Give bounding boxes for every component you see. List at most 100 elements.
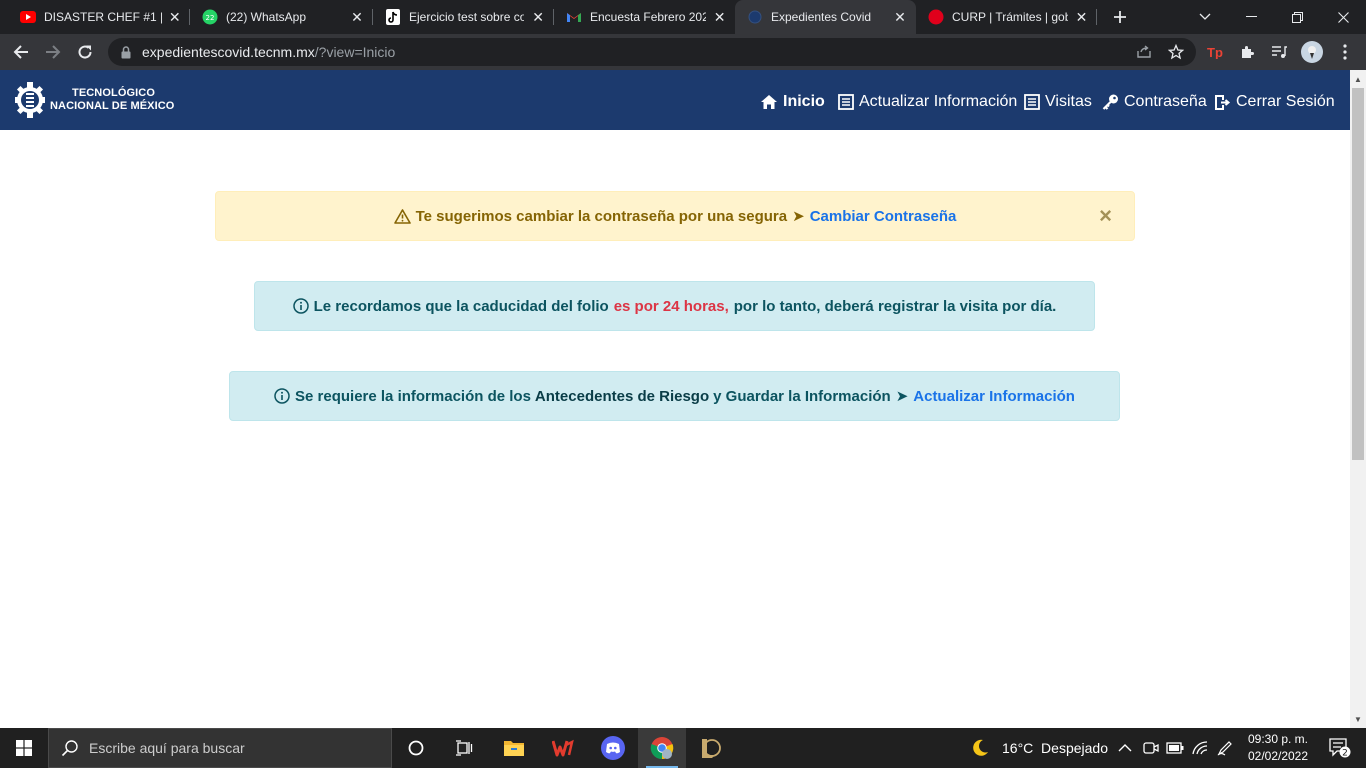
clock-time: 09:30 p. m. (1247, 732, 1309, 746)
arrow-right-icon: ➤ (792, 208, 805, 225)
close-tab-icon[interactable]: ✕ (1074, 9, 1089, 25)
close-icon (1337, 11, 1349, 23)
task-view-icon (456, 740, 473, 756)
address-bar[interactable]: expedientescovid.tecnm.mx/?view=Inicio (108, 38, 1196, 66)
key-icon (1102, 94, 1118, 110)
share-button[interactable] (1130, 38, 1158, 66)
taskbar-search-box[interactable]: Escribe aquí para buscar (48, 728, 392, 768)
tecnm-gear-icon (15, 82, 45, 118)
gob-icon (928, 9, 944, 25)
nav-label: Visitas (1045, 93, 1092, 110)
expiry-highlight: es por 24 horas, (613, 297, 729, 315)
wps-office-button[interactable] (539, 728, 587, 768)
youtube-icon (20, 9, 36, 25)
browser-tab-gmail[interactable]: Encuesta Febrero 2022 ✕ (554, 0, 735, 34)
taskbar-clock[interactable]: 09:30 p. m. 02/02/2022 (1240, 731, 1316, 765)
risk-info-alert: Se requiere la información de los Antece… (229, 371, 1120, 421)
tp-extension-button[interactable]: Tp (1202, 38, 1230, 66)
scroll-down-arrow[interactable]: ▼ (1350, 711, 1366, 727)
browser-tab-curp[interactable]: CURP | Trámites | gob. ✕ (916, 0, 1097, 34)
browser-tab-youtube[interactable]: DISASTER CHEF #1 | P ✕ (0, 0, 190, 34)
extensions-button[interactable] (1234, 38, 1262, 66)
minimize-button[interactable] (1228, 0, 1274, 34)
risk-antecedents-text: Antecedentes de Riesgo (534, 387, 710, 405)
browser-tab-expedientes[interactable]: Expedientes Covid ✕ (735, 0, 916, 34)
show-hidden-icons-button[interactable] (1118, 728, 1132, 768)
browser-toolbar: expedientescovid.tecnm.mx/?view=Inicio T… (0, 34, 1366, 70)
windows-taskbar: Escribe aquí para buscar 16°C Despejado … (0, 728, 1366, 768)
close-tab-icon[interactable]: ✕ (349, 9, 365, 25)
chrome-menu-button[interactable] (1331, 38, 1359, 66)
close-tab-icon[interactable]: ✕ (168, 9, 182, 25)
tiktok-icon (385, 9, 401, 25)
info-text-before: Se requiere la información de los (295, 387, 531, 405)
bookmark-button[interactable] (1162, 38, 1190, 66)
info-text-after: y Guardar la Información (713, 387, 891, 405)
password-warning-alert: Te sugerimos cambiar la contraseña por u… (215, 191, 1135, 241)
league-of-legends-button[interactable] (686, 728, 734, 768)
close-window-button[interactable] (1320, 0, 1366, 34)
nav-cerrar-sesion[interactable]: Cerrar Sesión (1214, 91, 1335, 113)
start-button[interactable] (0, 728, 48, 768)
restore-button[interactable] (1274, 0, 1320, 34)
back-button[interactable] (7, 38, 35, 66)
info-circle-icon (274, 388, 290, 404)
close-alert-button[interactable]: × (1099, 205, 1112, 227)
cortana-button[interactable] (392, 728, 440, 768)
profile-avatar[interactable] (1298, 38, 1326, 66)
nav-label: Contraseña (1124, 93, 1207, 110)
forward-button[interactable] (39, 38, 67, 66)
battery-icon[interactable] (1166, 728, 1184, 768)
wifi-icon[interactable] (1192, 728, 1208, 768)
file-explorer-button[interactable] (490, 728, 538, 768)
tecnm-logo[interactable]: TECNOLÓGICO NACIONAL DE MÉXICO (14, 79, 174, 121)
change-password-link[interactable]: Cambiar Contraseña (810, 208, 957, 225)
list-icon (1024, 94, 1040, 110)
restore-icon (1291, 11, 1303, 23)
windows-icon (16, 740, 32, 756)
nav-label: Inicio (783, 93, 825, 110)
home-icon (761, 95, 777, 109)
media-control-button[interactable] (1265, 38, 1293, 66)
arrow-left-icon (13, 45, 28, 59)
logo-line1: TECNOLÓGICO (72, 87, 155, 99)
tab-title: DISASTER CHEF #1 | P (44, 10, 162, 24)
nav-inicio[interactable]: Inicio (760, 91, 825, 113)
puzzle-icon (1242, 46, 1254, 58)
url-text: expedientescovid.tecnm.mx/?view=Inicio (142, 44, 396, 60)
nav-visitas[interactable]: Visitas (1024, 91, 1092, 113)
weather-widget[interactable]: 16°C Despejado (970, 728, 1108, 768)
notifications-button[interactable]: 2 (1320, 728, 1360, 768)
tab-title: Encuesta Febrero 2022 (590, 10, 707, 24)
browser-tab-exercise[interactable]: Ejercicio test sobre co ✕ (373, 0, 554, 34)
tab-search-button[interactable] (1182, 0, 1228, 34)
update-information-link[interactable]: Actualizar Información (913, 388, 1075, 405)
meet-now-icon[interactable] (1143, 728, 1159, 768)
lock-icon[interactable] (120, 45, 132, 59)
new-tab-button[interactable] (1108, 5, 1132, 29)
reload-button[interactable] (71, 38, 99, 66)
nav-actualizar-informacion[interactable]: Actualizar Información (838, 91, 1017, 113)
cortana-icon (408, 740, 424, 756)
warning-icon (393, 208, 411, 224)
list-icon (838, 94, 854, 110)
close-tab-icon[interactable]: ✕ (892, 9, 908, 25)
svg-text:Tp: Tp (1207, 45, 1223, 59)
discord-icon (601, 736, 625, 760)
chrome-icon (650, 737, 674, 760)
pen-workspace-icon[interactable] (1217, 728, 1233, 768)
avatar-icon (1301, 41, 1323, 63)
task-view-button[interactable] (440, 728, 488, 768)
close-tab-icon[interactable]: ✕ (530, 9, 546, 25)
close-tab-icon[interactable]: ✕ (712, 9, 727, 25)
chevron-up-icon (1118, 744, 1132, 752)
discord-button[interactable] (589, 728, 637, 768)
gmail-icon (566, 9, 582, 25)
browser-tab-whatsapp[interactable]: 22 (22) WhatsApp ✕ (190, 0, 373, 34)
scroll-up-arrow[interactable]: ▲ (1350, 71, 1366, 87)
scrollbar-thumb[interactable] (1352, 88, 1364, 460)
chrome-taskbar-button[interactable] (638, 728, 686, 768)
nav-contrasena[interactable]: Contraseña (1102, 91, 1207, 113)
whatsapp-icon: 22 (202, 9, 218, 25)
search-placeholder: Escribe aquí para buscar (89, 740, 245, 756)
